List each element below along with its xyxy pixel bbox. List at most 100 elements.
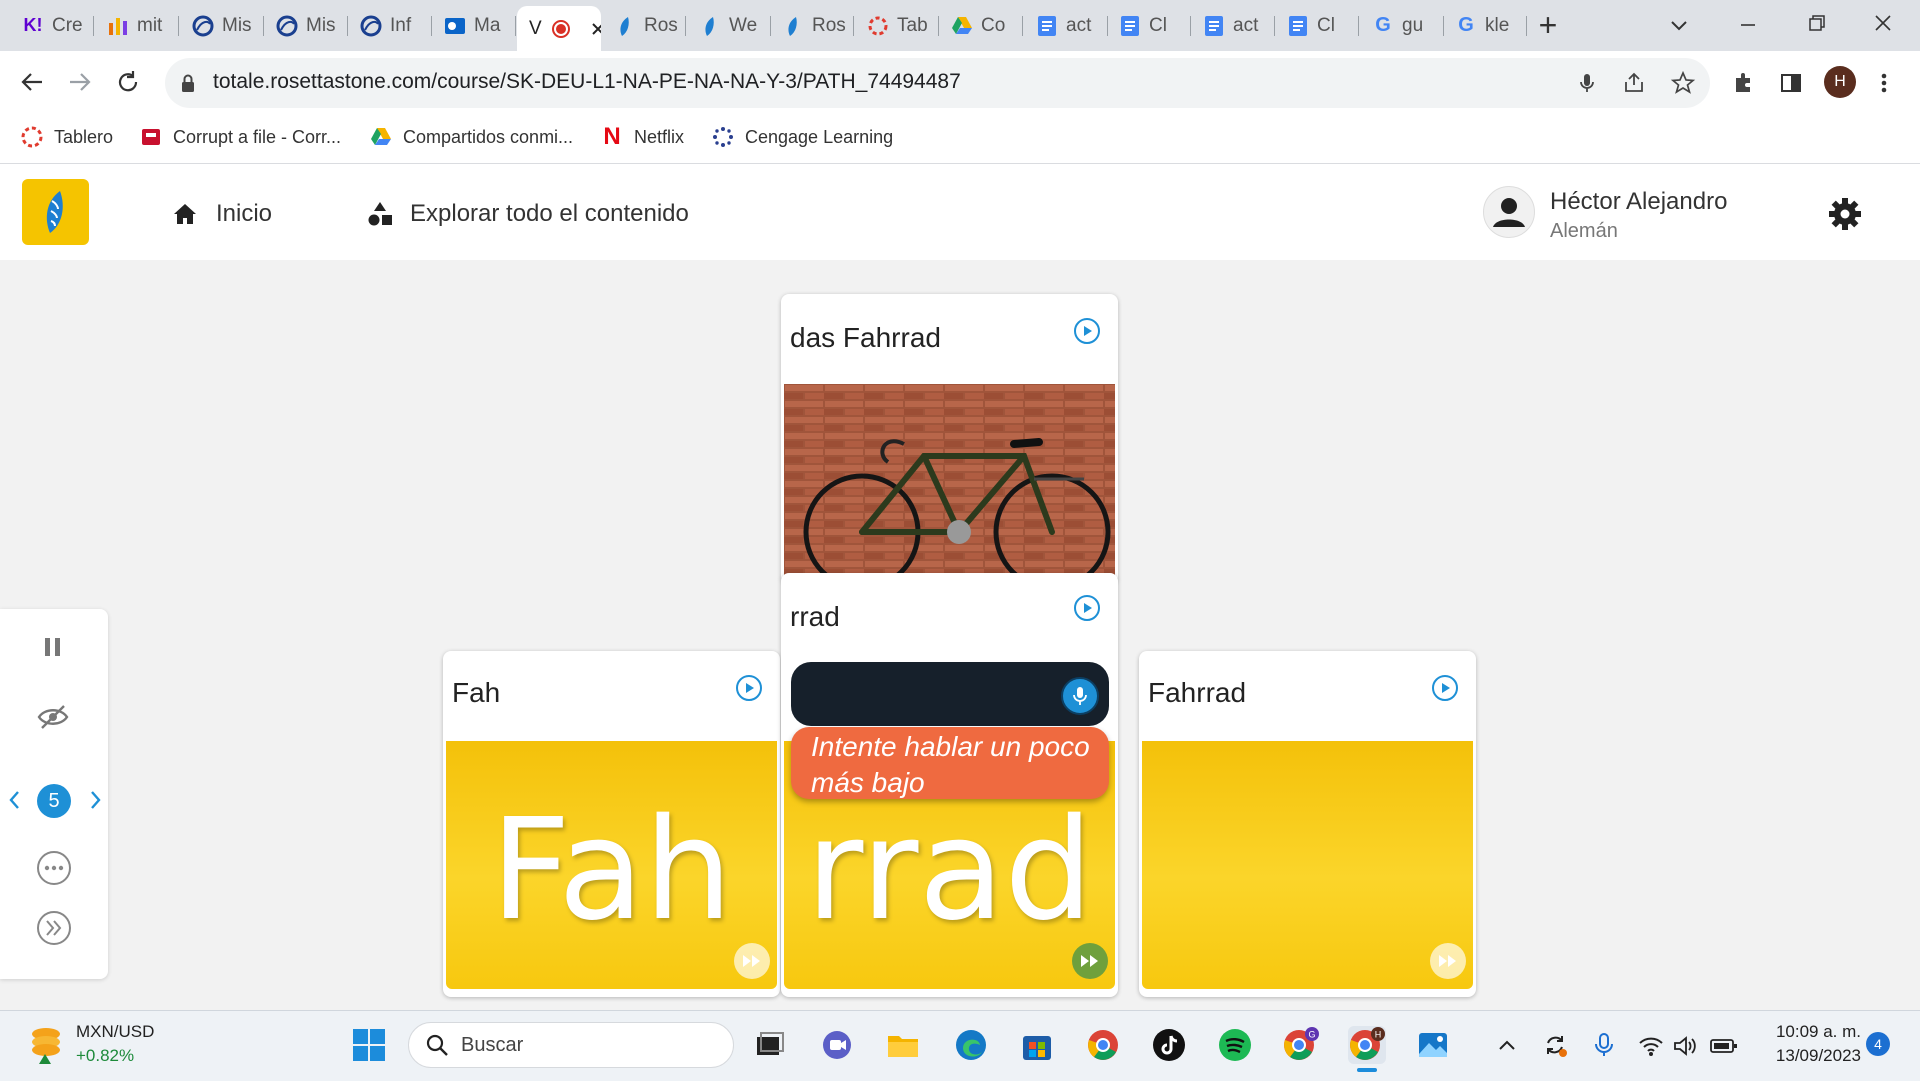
bookmark-compartidos[interactable]: Compartidos conmi... [369, 122, 573, 152]
chrome-profile-g-icon[interactable]: G [1282, 1026, 1320, 1064]
browser-tab[interactable]: Mis [180, 8, 264, 43]
rosetta-logo[interactable] [22, 179, 89, 245]
tab-label: Cre [52, 14, 83, 36]
reload-icon[interactable] [114, 68, 142, 96]
tab-search-chevron-icon[interactable] [1666, 12, 1692, 38]
bookmark-netflix[interactable]: N Netflix [600, 122, 684, 152]
user-avatar-icon[interactable] [1483, 186, 1535, 238]
share-icon[interactable] [1621, 70, 1647, 96]
next-chevron-icon[interactable] [88, 788, 104, 812]
volume-icon[interactable] [1672, 1034, 1698, 1058]
settings-gear-icon[interactable] [1826, 195, 1864, 233]
drive-icon [951, 15, 973, 37]
windows-start-icon[interactable] [350, 1026, 388, 1064]
hide-eye-icon[interactable] [36, 702, 70, 732]
new-tab-button[interactable]: + [1528, 7, 1568, 43]
chrome-profile-h-icon[interactable]: H [1348, 1026, 1386, 1064]
browser-tab[interactable]: Cl [1107, 8, 1191, 43]
play-audio-icon[interactable] [1074, 595, 1100, 621]
microphone-icon[interactable] [1061, 677, 1099, 715]
pause-icon[interactable] [40, 634, 66, 660]
spotify-icon[interactable] [1216, 1026, 1254, 1064]
nav-explore[interactable]: Explorar todo el contenido [364, 196, 689, 232]
fast-forward-icon[interactable] [1072, 943, 1108, 979]
url-text[interactable]: totale.rosettastone.com/course/SK-DEU-L1… [213, 70, 961, 94]
teams-chat-icon[interactable] [818, 1026, 856, 1064]
extensions-icon[interactable] [1730, 70, 1756, 96]
taskbar-search[interactable]: Buscar [408, 1022, 734, 1068]
back-arrow-icon[interactable] [18, 68, 46, 96]
recording-icon [550, 18, 572, 40]
google-icon: G [1458, 14, 1474, 36]
battery-icon[interactable] [1710, 1036, 1738, 1056]
page-number-badge[interactable]: 5 [37, 784, 71, 818]
bookmark-cengage[interactable]: Cengage Learning [711, 122, 893, 152]
minimize-icon[interactable] [1735, 12, 1761, 38]
chrome-icon[interactable] [1084, 1026, 1122, 1064]
restore-icon[interactable] [1804, 10, 1830, 36]
browser-tab[interactable]: K! Cre [10, 8, 94, 43]
bookmark-corrupt-file[interactable]: Corrupt a file - Corr... [139, 122, 341, 152]
browser-tab[interactable]: We [687, 8, 771, 43]
browser-tab[interactable]: Ros [770, 8, 854, 43]
ticker-pair[interactable]: MXN/USD [76, 1022, 154, 1042]
browser-tab[interactable]: Mis [264, 8, 348, 43]
play-audio-icon[interactable] [1074, 318, 1100, 344]
browser-tab[interactable]: V [517, 6, 601, 51]
file-explorer-icon[interactable] [884, 1026, 922, 1064]
nav-home[interactable]: Inicio [170, 196, 272, 232]
close-tab-icon[interactable] [590, 21, 601, 37]
skip-forward-icon[interactable] [36, 910, 72, 946]
sync-icon[interactable] [1542, 1032, 1568, 1058]
picture-card[interactable]: das Fahrrad [781, 294, 1118, 584]
bookmark-label: Tablero [54, 126, 114, 147]
browser-tab[interactable]: Co [939, 8, 1023, 43]
bicycle-photo [784, 384, 1115, 580]
forward-arrow-icon[interactable] [66, 68, 94, 96]
browser-tab[interactable]: Cl [1275, 8, 1359, 43]
word-card-right[interactable]: Fahrrad [1139, 651, 1476, 997]
microphone-tray-icon[interactable] [1592, 1032, 1616, 1058]
show-hidden-icons-chevron[interactable] [1496, 1034, 1518, 1056]
browser-tab[interactable]: Inf [348, 8, 432, 43]
tiktok-icon[interactable] [1150, 1026, 1188, 1064]
clock-date[interactable]: 13/09/2023 [1760, 1046, 1861, 1066]
browser-tab[interactable]: act [1024, 8, 1108, 43]
play-audio-icon[interactable] [736, 675, 762, 701]
prev-chevron-icon[interactable] [6, 788, 22, 812]
more-options-icon[interactable] [36, 850, 72, 886]
lock-icon[interactable] [178, 72, 198, 94]
browser-tab[interactable]: Ggu [1360, 8, 1444, 43]
browser-tab[interactable]: Tab [855, 8, 939, 43]
outlook-icon [444, 15, 466, 37]
microsoft-store-icon[interactable] [1018, 1026, 1056, 1064]
user-name[interactable]: Héctor Alejandro [1550, 188, 1727, 216]
browser-menu-icon[interactable] [1874, 70, 1894, 96]
profile-avatar[interactable]: H [1824, 66, 1856, 98]
browser-tab[interactable]: act [1191, 8, 1275, 43]
fast-forward-icon[interactable] [1430, 943, 1466, 979]
bookmark-star-icon[interactable] [1670, 70, 1696, 96]
wifi-icon[interactable] [1638, 1034, 1664, 1058]
browser-tab[interactable]: Gkle [1443, 8, 1527, 43]
word-tile [1142, 741, 1473, 989]
word-card-left[interactable]: Fah Fah [443, 651, 780, 997]
browser-tab[interactable]: Ros [602, 8, 686, 43]
photos-icon[interactable] [1414, 1026, 1452, 1064]
user-language: Alemán [1550, 220, 1618, 242]
task-view-icon[interactable] [750, 1026, 788, 1064]
globe-icon [276, 15, 298, 37]
edge-icon[interactable] [952, 1026, 990, 1064]
clock-time[interactable]: 10:09 a. m. [1763, 1022, 1861, 1042]
close-window-icon[interactable] [1870, 10, 1896, 36]
browser-tab[interactable]: mit [95, 8, 179, 43]
side-panel-icon[interactable] [1778, 70, 1804, 96]
canvas-icon [20, 125, 44, 149]
browser-tab[interactable]: Ma [432, 8, 516, 43]
fast-forward-icon[interactable] [734, 943, 770, 979]
voice-search-icon[interactable] [1574, 70, 1600, 96]
bookmark-tablero[interactable]: Tablero [20, 122, 113, 152]
play-audio-icon[interactable] [1432, 675, 1458, 701]
notification-badge[interactable]: 4 [1866, 1032, 1890, 1056]
drive-icon [369, 125, 393, 149]
